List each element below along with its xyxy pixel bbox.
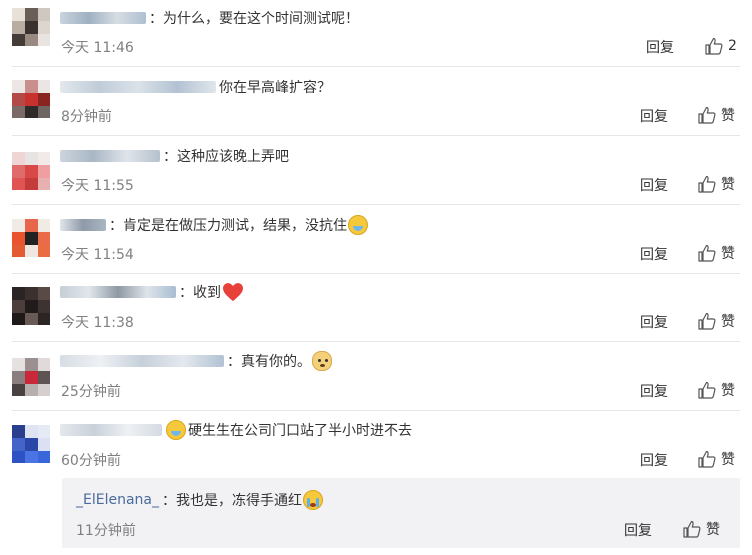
- comment-time: 25分钟前: [61, 384, 121, 400]
- blurred-username[interactable]: [60, 355, 224, 367]
- divider: [12, 204, 740, 205]
- like-button[interactable]: 赞: [697, 174, 735, 194]
- reply-button[interactable]: 回复: [640, 244, 668, 264]
- like-button[interactable]: 赞: [697, 311, 735, 331]
- heart-emoji-icon: [222, 282, 244, 302]
- blurred-username[interactable]: [60, 286, 176, 298]
- sub-reply-time: 11分钟前: [76, 523, 136, 539]
- divider: [12, 341, 740, 342]
- comment-text: ：收到: [179, 285, 221, 301]
- blurred-username[interactable]: [60, 150, 160, 162]
- blurred-username[interactable]: [60, 12, 146, 24]
- blurred-username[interactable]: [60, 81, 216, 93]
- like-label: 赞: [706, 522, 720, 538]
- reply-button[interactable]: 回复: [640, 450, 668, 470]
- divider: [12, 135, 740, 136]
- comment-time: 今天 11:38: [61, 315, 134, 331]
- blurred-username[interactable]: [60, 219, 106, 231]
- comment-time: 今天 11:46: [61, 40, 134, 56]
- divider: [12, 66, 740, 67]
- sub-reply-username[interactable]: _ElElenana_: [76, 492, 159, 508]
- reply-button[interactable]: 回复: [640, 312, 668, 332]
- thumbs-up-icon: [698, 381, 716, 399]
- like-label: 赞: [721, 108, 735, 124]
- chick-emoji-icon: [166, 420, 186, 440]
- divider: [12, 410, 740, 411]
- comment-time: 8分钟前: [61, 109, 112, 125]
- thumbs-up-icon: [705, 37, 723, 55]
- comment-text: ：这种应该晚上弄吧: [163, 149, 289, 165]
- like-button[interactable]: 赞: [682, 519, 720, 539]
- comment-time: 60分钟前: [61, 453, 121, 469]
- blurred-username[interactable]: [60, 424, 162, 436]
- like-label: 赞: [721, 314, 735, 330]
- doge-emoji-icon: [312, 351, 332, 371]
- comment-text: 你在早高峰扩容？: [219, 80, 331, 96]
- comment-text: ：肯定是在做压力测试，结果，没抗住: [109, 218, 347, 234]
- comment-time: 今天 11:54: [61, 247, 134, 263]
- divider: [12, 273, 740, 274]
- thumbs-up-icon: [698, 450, 716, 468]
- avatar[interactable]: [12, 358, 50, 396]
- like-button[interactable]: 赞: [697, 380, 735, 400]
- like-label: 赞: [721, 246, 735, 262]
- reply-button[interactable]: 回复: [640, 381, 668, 401]
- avatar[interactable]: [12, 425, 50, 463]
- avatar[interactable]: [12, 287, 50, 325]
- like-button[interactable]: 赞: [697, 243, 735, 263]
- comment-text: ：为什么，要在这个时间测试呢！: [149, 11, 359, 27]
- like-label: 赞: [721, 452, 735, 468]
- comment-text: ：真有你的。: [227, 354, 311, 370]
- like-button[interactable]: 赞: [697, 449, 735, 469]
- thumbs-up-icon: [698, 244, 716, 262]
- reply-button[interactable]: 回复: [646, 37, 674, 57]
- like-count: 2: [728, 38, 737, 54]
- thumbs-up-icon: [698, 312, 716, 330]
- sub-reply-box: _ElElenana_ ：我也是，冻得手通红 11分钟前 回复 赞: [62, 478, 740, 548]
- avatar[interactable]: [12, 80, 50, 118]
- thumbs-up-icon: [683, 520, 701, 538]
- thumbs-up-icon: [698, 106, 716, 124]
- thumbs-up-icon: [698, 175, 716, 193]
- like-label: 赞: [721, 383, 735, 399]
- like-button[interactable]: 2: [704, 36, 737, 56]
- reply-button[interactable]: 回复: [624, 520, 652, 540]
- avatar[interactable]: [12, 152, 50, 190]
- like-button[interactable]: 赞: [697, 105, 735, 125]
- comment-time: 今天 11:55: [61, 178, 134, 194]
- reply-button[interactable]: 回复: [640, 175, 668, 195]
- reply-button[interactable]: 回复: [640, 106, 668, 126]
- laugh-crying-emoji-icon: [348, 215, 368, 235]
- comment-text: 硬生生在公司门口站了半小时进不去: [188, 423, 412, 439]
- sub-reply-text: ：我也是，冻得手通红: [162, 493, 302, 509]
- avatar[interactable]: [12, 219, 50, 257]
- avatar[interactable]: [12, 8, 50, 46]
- like-label: 赞: [721, 177, 735, 193]
- crying-emoji-icon: [303, 490, 323, 510]
